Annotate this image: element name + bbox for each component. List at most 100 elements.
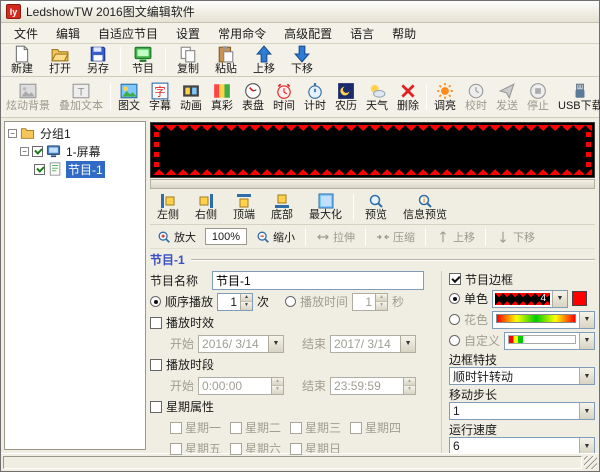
usb-download-button[interactable]: USB下载 [554, 80, 600, 114]
wednesday-checkbox[interactable] [290, 422, 302, 434]
play-time-radio[interactable] [285, 296, 296, 307]
paste-button[interactable]: 粘贴 [208, 43, 244, 77]
dropdown-arrow-icon[interactable]: ▼ [268, 336, 283, 352]
validity-checkbox[interactable] [150, 317, 162, 329]
weather-button[interactable]: 天气 [362, 80, 392, 114]
single-color-radio[interactable] [449, 293, 460, 304]
validity-start-date-picker[interactable]: 2016/ 3/14 ▼ [198, 335, 284, 353]
program-checkbox[interactable] [34, 164, 45, 175]
save-as-button[interactable]: 另存 [80, 43, 116, 77]
dropdown-arrow-icon[interactable]: ▼ [579, 403, 594, 419]
layer-up-button[interactable]: 上移 [431, 227, 480, 247]
screen-checkbox[interactable] [32, 146, 43, 157]
dropdown-arrow-icon[interactable]: ▼ [552, 291, 567, 307]
tree-screen-label[interactable]: 1-屏幕 [64, 143, 103, 160]
graphic-text-button[interactable]: 图文 [114, 80, 144, 114]
tuesday-checkbox[interactable] [230, 422, 242, 434]
align-top-button[interactable]: 顶端 [226, 191, 262, 223]
align-right-button[interactable]: 右侧 [188, 191, 224, 223]
period-end-time-spinner[interactable]: 23:59:59 ▲▼ [330, 377, 416, 395]
custom-border-select[interactable]: ▼ [504, 332, 595, 350]
zoom-out-button[interactable]: 缩小 [251, 227, 300, 247]
zoom-in-button[interactable]: 放大 [152, 227, 201, 247]
multi-color-radio[interactable] [449, 314, 460, 325]
thursday-checkbox[interactable] [350, 422, 362, 434]
weekday-monday[interactable]: 星期一 [170, 419, 221, 436]
spin-down-icon[interactable]: ▼ [241, 301, 252, 310]
spin-down-icon[interactable]: ▼ [272, 385, 283, 394]
tree-collapse-icon[interactable]: − [20, 147, 29, 156]
weekday-tuesday[interactable]: 星期二 [230, 419, 281, 436]
custom-radio[interactable] [449, 335, 460, 346]
brightness-button[interactable]: 调亮 [430, 80, 460, 114]
tree-item-screen[interactable]: − 1-屏幕 [5, 142, 145, 160]
align-bottom-button[interactable]: 底部 [264, 191, 300, 223]
friday-checkbox[interactable] [170, 443, 182, 455]
menu-language[interactable]: 语言 [341, 23, 383, 44]
sunday-checkbox[interactable] [290, 443, 302, 455]
resize-grip[interactable] [584, 456, 597, 469]
period-start-time-spinner[interactable]: 0:00:00 ▲▼ [198, 377, 284, 395]
spin-down-icon[interactable]: ▼ [404, 385, 415, 394]
tree-program-label[interactable]: 节目-1 [66, 161, 105, 178]
spin-up-icon[interactable]: ▲ [404, 378, 415, 386]
spin-up-icon[interactable]: ▲ [272, 378, 283, 386]
tree-collapse-icon[interactable]: − [8, 129, 17, 138]
led-preview[interactable] [150, 122, 595, 178]
weekday-wednesday[interactable]: 星期三 [290, 419, 341, 436]
tree-item-program[interactable]: 节目-1 [5, 160, 145, 178]
maximize-button[interactable]: 最大化 [302, 191, 349, 223]
menu-help[interactable]: 帮助 [383, 23, 425, 44]
program-button[interactable]: 节目 [125, 43, 161, 77]
spin-up-icon[interactable]: ▲ [241, 294, 252, 302]
period-checkbox[interactable] [150, 359, 162, 371]
saturday-checkbox[interactable] [230, 443, 242, 455]
true-color-button[interactable]: 真彩 [207, 80, 237, 114]
spin-down-icon[interactable]: ▼ [376, 301, 387, 310]
preview-button[interactable]: 预览 [358, 191, 394, 223]
tree-item-group1[interactable]: − 分组1 [5, 124, 145, 142]
sequential-count-spinner[interactable]: 1 ▲▼ [217, 293, 253, 311]
menu-edit[interactable]: 编辑 [47, 23, 89, 44]
move-down-button[interactable]: 下移 [284, 43, 320, 77]
stop-button[interactable]: 停止 [523, 80, 553, 114]
animation-button[interactable]: 动画 [176, 80, 206, 114]
menu-common-commands[interactable]: 常用命令 [209, 23, 275, 44]
move-step-select[interactable]: 1 ▼ [449, 402, 595, 420]
dropdown-arrow-icon[interactable]: ▼ [579, 333, 594, 349]
spinner-arrows[interactable]: ▲▼ [240, 294, 252, 310]
move-up-button[interactable]: 上移 [246, 43, 282, 77]
border-color-swatch[interactable] [572, 291, 587, 306]
dropdown-arrow-icon[interactable]: ▼ [400, 336, 415, 352]
tree-group-label[interactable]: 分组1 [38, 125, 73, 142]
time-sync-button[interactable]: 校时 [461, 80, 491, 114]
layer-down-button[interactable]: 下移 [491, 227, 540, 247]
weekday-thursday[interactable]: 星期四 [350, 419, 401, 436]
validity-end-date-picker[interactable]: 2017/ 3/14 ▼ [330, 335, 416, 353]
week-attribute-checkbox[interactable] [150, 401, 162, 413]
send-button[interactable]: 发送 [492, 80, 522, 114]
sequential-play-radio[interactable] [150, 296, 161, 307]
dazzle-background-button[interactable]: 炫动背景 [2, 80, 54, 114]
border-effect-select[interactable]: 顺时针转动 ▼ [449, 367, 595, 385]
program-name-input[interactable] [212, 271, 424, 290]
new-button[interactable]: 新建 [4, 43, 40, 77]
copy-button[interactable]: 复制 [170, 43, 206, 77]
dropdown-arrow-icon[interactable]: ▼ [579, 438, 594, 454]
play-time-spinner[interactable]: 1 ▲▼ [352, 293, 388, 311]
spinner-arrows[interactable]: ▲▼ [403, 378, 415, 394]
subtitle-button[interactable]: 字 字幕 [145, 80, 175, 114]
program-border-checkbox[interactable] [449, 273, 461, 285]
menu-advanced-config[interactable]: 高级配置 [275, 23, 341, 44]
overlay-text-button[interactable]: T 叠加文本 [55, 80, 107, 114]
timer-button[interactable]: 计时 [300, 80, 330, 114]
dropdown-arrow-icon[interactable]: ▼ [579, 368, 594, 384]
monday-checkbox[interactable] [170, 422, 182, 434]
menu-adaptive-program[interactable]: 自适应节目 [89, 23, 167, 44]
info-preview-button[interactable]: i 信息预览 [396, 191, 454, 223]
lunar-calendar-button[interactable]: 农历 [331, 80, 361, 114]
spinner-arrows[interactable]: ▲▼ [375, 294, 387, 310]
align-left-button[interactable]: 左侧 [150, 191, 186, 223]
border-pattern-select[interactable]: 4 ▼ [492, 290, 568, 308]
delete-button[interactable]: 删除 [393, 80, 423, 114]
